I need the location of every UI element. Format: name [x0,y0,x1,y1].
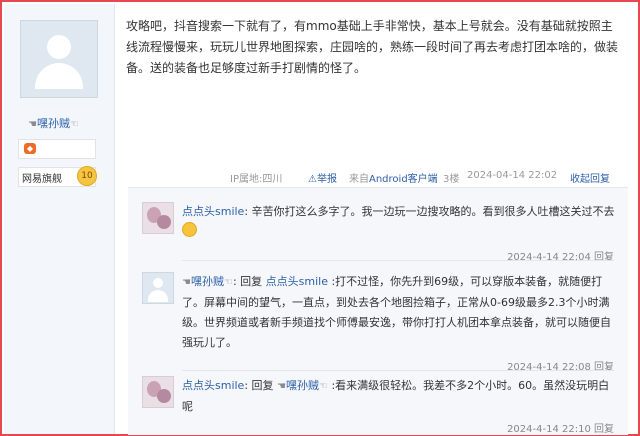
smiley-emoji-icon [182,222,197,237]
reply-author[interactable]: 点点头smile [182,379,244,392]
source-link[interactable]: Android客户端 [369,174,438,185]
floor-number: 3楼 [443,174,460,185]
post-source: 来自Android客户端 [349,174,438,185]
badge-level: 10 [77,166,97,186]
reply-button[interactable]: 回复 [594,424,614,435]
reply-list: 点点头smile: 辛苦你打这么多字了。我一边玩一边搜攻略的。看到很多人吐槽这关… [128,187,628,435]
hand-right-icon: ☜ [69,119,79,130]
reply-text: 辛苦你打这么多字了。我一边玩一边搜攻略的。看到很多人吐槽这关过不去 [251,205,615,218]
hand-right-icon: ☜ [223,277,233,288]
reply-target[interactable]: 点点头smile [266,275,328,288]
game-icon-box[interactable]: ◆ [18,139,96,159]
hand-left-icon: ☚ [182,277,191,288]
member-badge[interactable]: 网易旗舰 10 [18,166,97,187]
avatar[interactable] [142,272,174,304]
reply-author[interactable]: 点点头smile [182,205,244,218]
reply-button[interactable]: 回复 [594,252,614,263]
hand-right-icon: ☜ [319,381,328,392]
post-time: 2024-04-14 22:02 [467,170,558,181]
hand-left-icon: ☚ [28,119,37,130]
warning-icon: ⚠ [308,174,317,185]
reply-button[interactable]: 回复 [594,362,614,373]
user-avatar[interactable] [20,20,98,98]
collapse-replies-button[interactable]: 收起回复 [570,170,610,185]
badge-label: 网易旗舰 [22,174,62,185]
reply-author[interactable]: 嘿孙贼 [191,275,224,288]
hand-left-icon: ☚ [277,381,286,392]
reply-meta: 2024-4-14 22:10 回复 [507,424,614,435]
ip-location: IP属地:四川 [230,174,283,185]
post-content: 攻略吧，抖音搜索一下就有了，有mmo基础上手非常快，基本上号就会。没有基础就按照… [126,19,619,75]
user-sidebar: ☚嘿孙贼☜ ◆ 网易旗舰 10 [4,4,115,434]
divider [182,260,614,261]
avatar[interactable] [142,202,174,234]
user-name-link[interactable]: ☚嘿孙贼☜ [28,115,79,131]
reply-target[interactable]: 嘿孙贼 [286,379,319,392]
divider [182,370,614,371]
avatar[interactable] [142,376,174,408]
report-link[interactable]: ⚠举报 [308,170,337,185]
gamepad-icon: ◆ [24,143,36,154]
